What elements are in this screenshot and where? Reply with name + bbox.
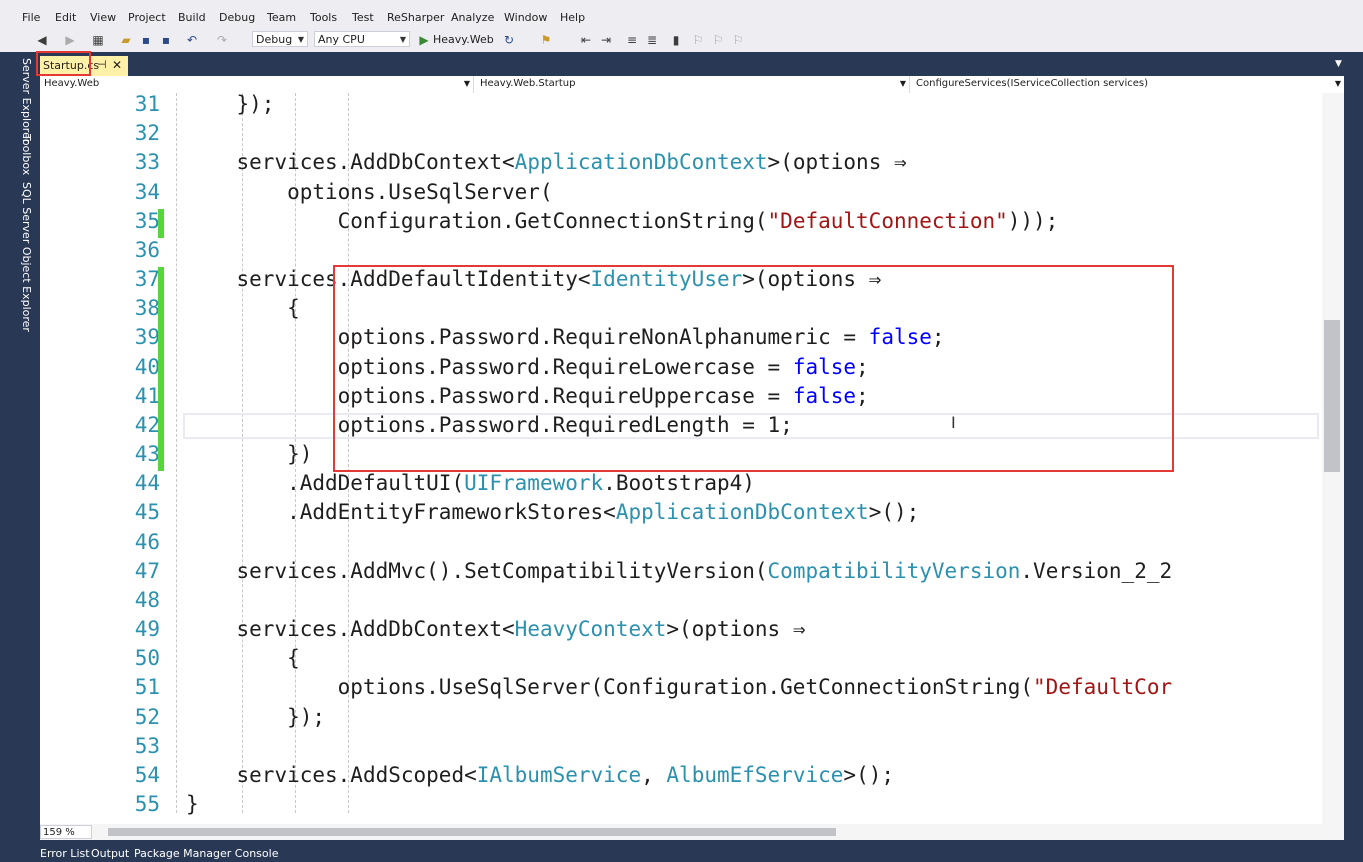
uncomment-icon[interactable]: ≣ [644, 32, 660, 48]
new-project-icon[interactable]: ▦ [90, 32, 106, 48]
step-icon[interactable]: ⇤ [578, 32, 594, 48]
chevron-down-icon: ▼ [399, 35, 406, 44]
menu-project[interactable]: Project [128, 11, 166, 24]
member-dropdown-value: ConfigureServices(IServiceCollection ser… [916, 78, 1149, 89]
code-line[interactable]: .AddEntityFrameworkStores<ApplicationDbC… [85, 500, 919, 524]
menu-view[interactable]: View [90, 11, 116, 24]
menu-file[interactable]: File [22, 11, 40, 24]
menu-analyze[interactable]: Analyze [451, 11, 494, 24]
chevron-down-icon: ▼ [1334, 79, 1341, 88]
line-number: 46 [134, 529, 160, 554]
code-editor[interactable]: 31 32 33 34 35 36 37 38 39 40 41 42 43 44 45 46 47 48 49 50… [40, 93, 1322, 824]
line-number: 48 [134, 587, 160, 612]
run-target-button[interactable]: Heavy.Web [433, 33, 494, 46]
document-tabs: Startup.cs ⊣ ✕ [40, 52, 1344, 76]
refresh-icon[interactable]: ↻ [501, 32, 517, 48]
type-dropdown-value: Heavy.Web.Startup [480, 78, 576, 89]
bookmark-icon[interactable]: ▮ [668, 32, 684, 48]
menu-window[interactable]: Window [504, 11, 547, 24]
configuration-select[interactable]: Debug ▼ [252, 31, 308, 47]
left-dock-rail: Server Explorer Toolbox SQL Server Objec… [0, 52, 40, 846]
save-icon[interactable]: ▪ [138, 32, 154, 48]
tab-output[interactable]: Output [91, 847, 129, 860]
code-line[interactable]: options.UseSqlServer(Configuration.GetCo… [85, 675, 1172, 699]
menu-build[interactable]: Build [178, 11, 206, 24]
comment-icon[interactable]: ≡ [624, 32, 640, 48]
side-tab-sql-server-object-explorer[interactable]: SQL Server Object Explorer [20, 182, 33, 332]
chevron-down-icon: ▼ [297, 35, 304, 44]
tab-package-manager-console[interactable]: Package Manager Console [134, 847, 278, 860]
code-line[interactable]: } [85, 792, 199, 816]
code-line[interactable]: }); [85, 93, 275, 116]
configuration-value: Debug [256, 33, 293, 46]
save-all-icon[interactable]: ▪ [158, 32, 174, 48]
navigation-bar: Heavy.Web ▼ Heavy.Web.Startup ▼ ConfigureS… [40, 76, 1344, 94]
project-dropdown[interactable]: Heavy.Web ▼ [40, 76, 474, 93]
next-bookmark-icon[interactable]: ⚐ [710, 32, 726, 48]
forward-icon[interactable]: ▶ [62, 32, 78, 48]
prev-bookmark-icon[interactable]: ⚐ [690, 32, 706, 48]
text-cursor-icon: I [951, 413, 956, 432]
clear-bookmarks-icon[interactable]: ⚐ [730, 32, 746, 48]
code-line[interactable]: { [85, 646, 300, 670]
outdent-icon[interactable]: ⇥ [598, 32, 614, 48]
menu-debug[interactable]: Debug [219, 11, 255, 24]
line-number: 36 [134, 237, 160, 262]
code-line[interactable]: services.AddMvc().SetCompatibilityVersio… [85, 559, 1173, 583]
vertical-scrollbar[interactable] [1322, 93, 1344, 824]
tab-annotation-box [36, 51, 91, 76]
code-line[interactable]: services.AddDbContext<HeavyContext>(opti… [85, 617, 806, 641]
code-line[interactable]: }); [85, 705, 325, 729]
project-dropdown-value: Heavy.Web [44, 78, 100, 89]
standard-toolbar: ◀ ▶ ▦ ▰ ▪ ▪ ↶ ↷ Debug ▼ Any CPU ▼ ▶ Heavy.… [0, 28, 1363, 52]
member-dropdown[interactable]: ConfigureServices(IServiceCollection ser… [912, 76, 1344, 93]
code-line[interactable]: options.UseSqlServer( [85, 180, 553, 204]
side-tab-server-explorer[interactable]: Server Explorer [20, 58, 33, 143]
code-line[interactable]: { [85, 296, 300, 320]
menu-resharper[interactable]: ReSharper [387, 11, 444, 24]
menu-edit[interactable]: Edit [55, 11, 76, 24]
code-annotation-box [333, 265, 1174, 472]
menu-team[interactable]: Team [267, 11, 296, 24]
undo-icon[interactable]: ↶ [184, 32, 200, 48]
horizontal-scroll-thumb[interactable] [108, 828, 836, 836]
open-folder-icon[interactable]: ▰ [118, 32, 134, 48]
pin-icon[interactable]: ⊣ [97, 58, 107, 71]
play-icon[interactable]: ▶ [416, 32, 432, 48]
redo-icon[interactable]: ↷ [214, 32, 230, 48]
code-line[interactable]: services.AddDbContext<ApplicationDbConte… [85, 150, 907, 174]
close-icon[interactable]: ✕ [112, 58, 122, 72]
code-line[interactable]: Configuration.GetConnectionString("Defau… [85, 209, 1059, 233]
right-dock-rail [1344, 52, 1363, 846]
line-number: 53 [134, 733, 160, 758]
side-tab-toolbox[interactable]: Toolbox [20, 134, 33, 175]
code-line[interactable]: services.AddScoped<IAlbumService, AlbumE… [85, 763, 895, 787]
platform-select[interactable]: Any CPU ▼ [314, 31, 410, 47]
menu-help[interactable]: Help [560, 11, 585, 24]
code-line[interactable]: .AddDefaultUI(UIFramework.Bootstrap4) [85, 471, 755, 495]
zoom-select[interactable]: 159 % [40, 825, 92, 839]
zoom-value: 159 % [43, 827, 75, 838]
chevron-down-icon[interactable]: ▼ [1335, 59, 1342, 69]
back-icon[interactable]: ◀ [34, 32, 50, 48]
chevron-down-icon: ▼ [463, 79, 470, 88]
vertical-scroll-thumb[interactable] [1324, 320, 1340, 472]
find-icon[interactable]: ⚑ [538, 32, 554, 48]
code-line[interactable]: }) [85, 442, 312, 466]
type-dropdown[interactable]: Heavy.Web.Startup ▼ [476, 76, 910, 93]
horizontal-scroll-area: 159 % [40, 824, 1344, 840]
line-number: 32 [134, 121, 160, 146]
menu-tools[interactable]: Tools [310, 11, 337, 24]
platform-value: Any CPU [318, 33, 365, 46]
bottom-tool-tabs: Error List Output Package Manager Consol… [0, 846, 1363, 862]
chevron-down-icon: ▼ [899, 79, 906, 88]
menu-test[interactable]: Test [352, 11, 374, 24]
menu-bar: File Edit View Project Build Debug Team … [0, 6, 1363, 28]
tab-error-list[interactable]: Error List [40, 847, 90, 860]
